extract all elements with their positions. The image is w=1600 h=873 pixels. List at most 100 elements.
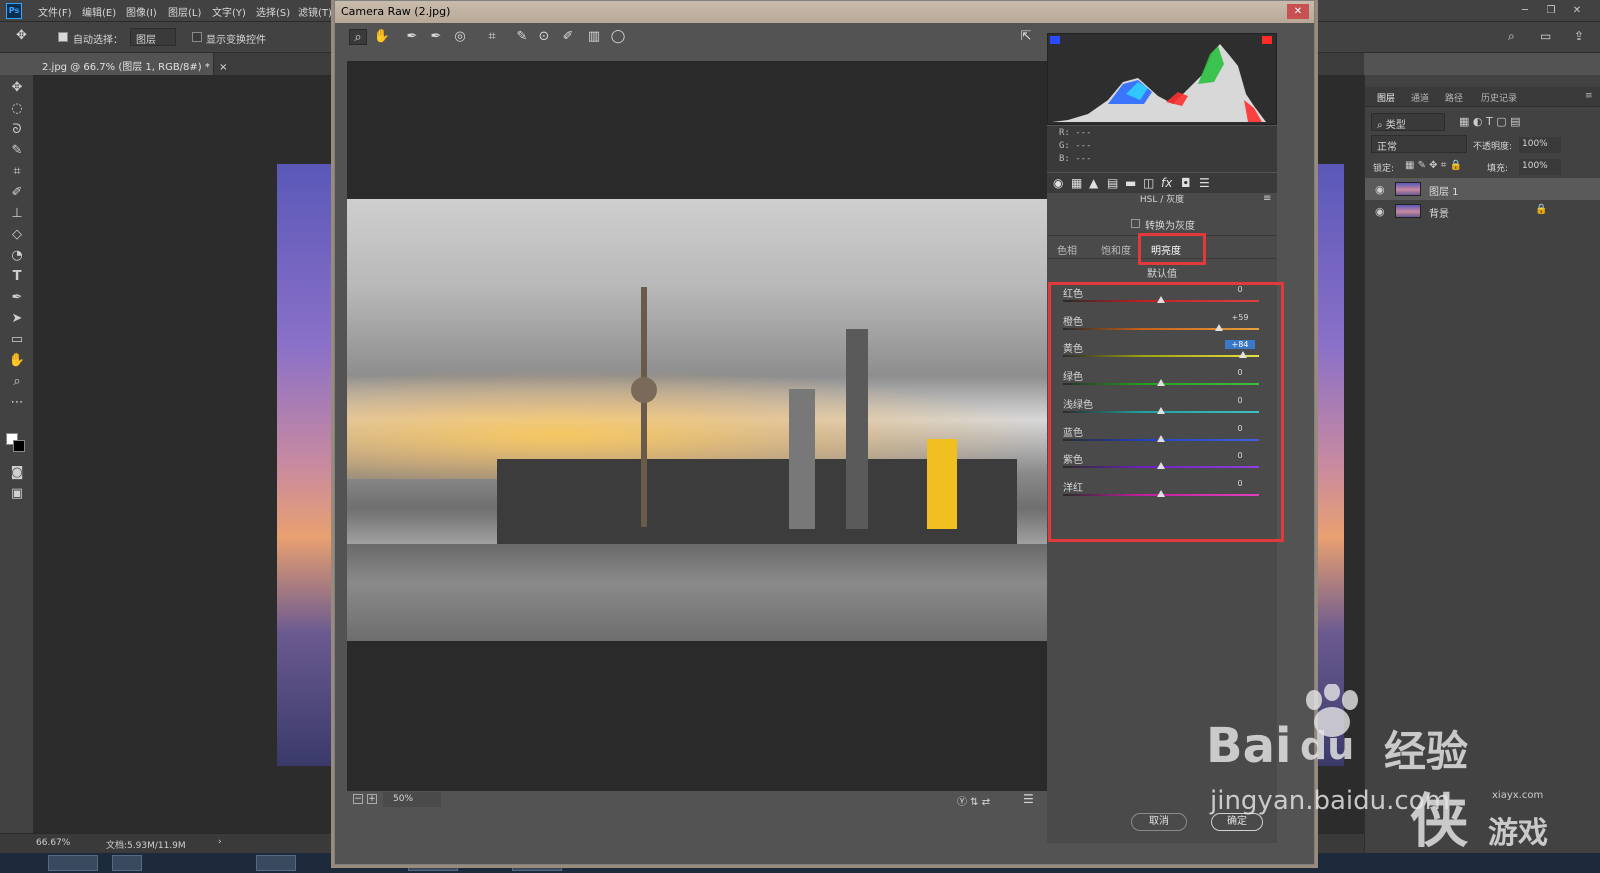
move-tool-icon[interactable]: ✥ [7,79,27,97]
preview-photo[interactable] [347,199,1047,641]
more-tools-icon[interactable]: ⋯ [7,394,27,412]
tone-curve-tab-icon[interactable]: ▦ [1071,176,1082,190]
menu-edit[interactable]: 编辑(E) [82,4,116,19]
menu-filter[interactable]: 滤镜(T) [298,4,332,19]
tab-hue[interactable]: 色相 [1057,242,1077,257]
opacity-input[interactable]: 100% [1519,137,1561,153]
move-tool-icon[interactable]: ✥ [16,28,27,43]
tab-saturation[interactable]: 饱和度 [1101,242,1131,257]
photoshop-logo-icon[interactable]: Ps [6,3,22,19]
spot-removal-tool-icon[interactable]: ✎ [513,29,531,45]
hsl-tab-icon[interactable]: ▤ [1107,176,1118,190]
fill-input[interactable]: 100% [1519,159,1561,175]
layer-filter-dropdown[interactable]: ⌕ 类型 [1371,113,1445,131]
quick-mask-icon[interactable]: ◙ [7,464,27,482]
blend-mode-dropdown[interactable]: 正常 [1371,135,1467,153]
radial-filter-icon[interactable]: ◯ [609,29,627,45]
type-tool-icon[interactable]: T [7,268,27,286]
red-eye-tool-icon[interactable]: ⊙ [535,29,553,45]
graduated-filter-icon[interactable]: ▥ [585,29,603,45]
hand-tool-icon[interactable]: ✋ [373,29,391,45]
search-icon[interactable]: ⌕ [1508,29,1515,44]
visibility-eye-icon[interactable]: ◉ [1375,183,1385,196]
document-info: 文档:5.93M/11.9M [106,841,186,851]
panel-menu-icon[interactable]: ≡ [1585,91,1593,101]
auto-select-dropdown[interactable]: 图层 [130,28,176,46]
open-preferences-icon[interactable]: ⇱ [1017,29,1035,45]
before-after-icons[interactable]: Ⓨ ⇅ ⇄ [957,793,990,808]
document-tab[interactable]: 2.jpg @ 66.7% (图层 1, RGB/8#) * × [34,53,227,75]
tab-paths[interactable]: 路径 [1445,91,1463,104]
cancel-button[interactable]: 取消 [1131,813,1187,831]
effects-tab-icon[interactable]: fx [1161,176,1172,190]
restore-icon[interactable]: ❐ [1540,3,1562,19]
camera-calibration-tab-icon[interactable]: ◘ [1181,176,1191,190]
taskbar-app[interactable] [48,855,98,871]
tab-history[interactable]: 历史记录 [1481,91,1517,104]
zoom-tool-icon[interactable]: ⌕ [349,29,367,45]
lock-icons[interactable]: ▦ ✎ ✥ ⌗ 🔒 [1405,160,1462,171]
brush-tool-icon[interactable]: ✐ [7,184,27,202]
marquee-tool-icon[interactable]: ◌ [7,100,27,118]
auto-select-checkbox[interactable] [58,32,68,42]
zoom-in-icon[interactable]: + [367,794,377,804]
taskbar-app[interactable] [256,855,296,871]
visibility-eye-icon[interactable]: ◉ [1375,205,1385,218]
white-balance-tool-icon[interactable]: ✒ [403,29,421,45]
minimize-icon[interactable]: ─ [1514,3,1536,19]
background-color-swatch[interactable] [13,440,25,452]
stamp-tool-icon[interactable]: ⊥ [7,205,27,223]
chevron-right-icon[interactable]: › [218,837,222,847]
tab-close-icon[interactable]: × [219,62,227,73]
targeted-adjustment-tool-icon[interactable]: ◎ [451,29,469,45]
quick-select-tool-icon[interactable]: ✎ [7,142,27,160]
watermark-jingyan: 经验 [1384,727,1469,776]
split-toning-tab-icon[interactable]: ▬ [1125,176,1136,190]
rgb-blue-readout: B: --- [1059,154,1092,164]
menu-type[interactable]: 文字(Y) [212,4,246,19]
presets-tab-icon[interactable]: ☰ [1199,176,1210,190]
shape-tool-icon[interactable]: ▭ [7,331,27,349]
pen-tool-icon[interactable]: ✒ [7,289,27,307]
panel-menu-icon[interactable]: ≡ [1263,193,1271,204]
lens-tab-icon[interactable]: ◫ [1143,176,1154,190]
zoom-level[interactable]: 66.67% [36,838,70,848]
preview-settings-icon[interactable]: ☰ [1023,792,1034,806]
zoom-out-icon[interactable]: − [353,794,363,804]
screen-mode-icon[interactable]: ▣ [7,485,27,503]
menu-layer[interactable]: 图层(L) [168,4,201,19]
zoom-tool-icon[interactable]: ⌕ [7,373,27,391]
menu-file[interactable]: 文件(F) [38,4,72,19]
workspace-icon[interactable]: ▭ [1540,29,1551,43]
hand-tool-icon[interactable]: ✋ [7,352,27,370]
zoom-dropdown[interactable]: 50% [383,792,441,807]
blend-mode-value: 正常 [1377,142,1397,153]
lasso-tool-icon[interactable]: ᘐ [7,121,27,139]
convert-grayscale-checkbox[interactable] [1131,219,1140,228]
layer-name: 图层 1 [1429,187,1459,198]
filter-icons[interactable]: ▦ ◐ T ▢ ▤ [1459,115,1520,128]
panel-section-title: HSL / 灰度 [1139,195,1185,205]
tab-channels[interactable]: 通道 [1411,91,1429,104]
detail-tab-icon[interactable]: ▲ [1089,176,1098,190]
menu-select[interactable]: 选择(S) [256,4,290,19]
show-transform-checkbox[interactable] [192,32,202,42]
dialog-close-icon[interactable]: ✕ [1287,4,1309,19]
color-sampler-tool-icon[interactable]: ✒ [427,29,445,45]
crop-tool-icon[interactable]: ⌗ [483,29,501,45]
adjustment-brush-icon[interactable]: ✐ [559,29,577,45]
menu-image[interactable]: 图像(I) [126,4,157,19]
eraser-tool-icon[interactable]: ◇ [7,226,27,244]
close-icon[interactable]: ✕ [1566,3,1588,19]
path-select-tool-icon[interactable]: ➤ [7,310,27,328]
gradient-tool-icon[interactable]: ◔ [7,247,27,265]
basic-tab-icon[interactable]: ◉ [1053,176,1063,190]
watermark-site: xiayx.com [1492,790,1544,801]
tab-layers[interactable]: 图层 [1377,91,1395,104]
share-icon[interactable]: ⇪ [1574,29,1584,43]
crop-tool-icon[interactable]: ⌗ [7,163,27,181]
layer-row[interactable]: ◉ 背景 🔒 [1365,200,1600,222]
layer-row[interactable]: ◉ 图层 1 [1365,178,1600,200]
default-link[interactable]: 默认值 [1047,265,1277,280]
taskbar-app[interactable] [112,855,142,871]
